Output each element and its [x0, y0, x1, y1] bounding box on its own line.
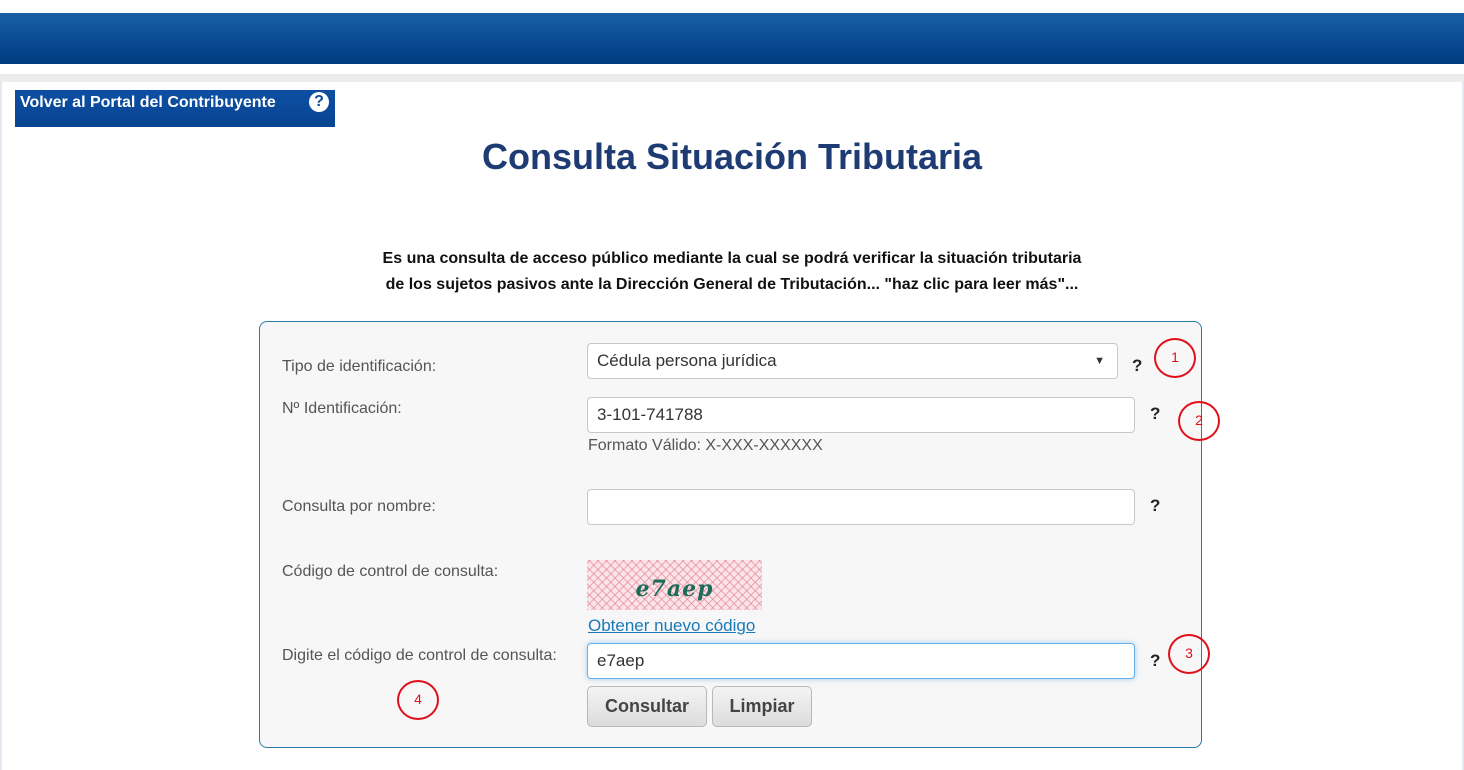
back-to-portal-label: Volver al Portal del Contribuyente — [20, 94, 276, 111]
id-number-label: Nº Identificación: — [282, 400, 402, 417]
annotation-marker-4: 4 — [397, 680, 439, 720]
captcha-image: e7aep — [587, 560, 762, 610]
captcha-input[interactable]: e7aep — [587, 643, 1135, 679]
id-format-hint: Formato Válido: X-XXX-XXXXXX — [588, 437, 823, 454]
intro-text[interactable]: Es una consulta de acceso público median… — [0, 246, 1464, 298]
dropdown-arrow-icon: ▼ — [1094, 355, 1105, 367]
header-divider — [0, 74, 1464, 82]
limpiar-button[interactable]: Limpiar — [712, 686, 812, 727]
id-type-help-icon[interactable]: ? — [1132, 356, 1142, 376]
intro-line-1: Es una consulta de acceso público median… — [382, 250, 1082, 267]
consultar-button[interactable]: Consultar — [587, 686, 707, 727]
question-circle-icon[interactable]: ? — [309, 92, 329, 112]
id-type-selected-value: Cédula persona jurídica — [597, 351, 777, 370]
name-query-input[interactable] — [587, 489, 1135, 525]
back-to-portal-button[interactable]: Volver al Portal del Contribuyente ? — [15, 90, 335, 127]
annotation-marker-1: 1 — [1154, 338, 1196, 378]
captcha-input-label: Digite el código de control de consulta: — [282, 647, 557, 664]
intro-line-2: de los sujetos pasivos ante la Dirección… — [385, 276, 1079, 293]
page-title: Consulta Situación Tributaria — [481, 136, 983, 177]
id-number-input[interactable]: 3-101-741788 — [587, 397, 1135, 433]
name-query-label: Consulta por nombre: — [282, 498, 436, 515]
annotation-marker-2: 2 — [1178, 401, 1220, 441]
page-border-left — [0, 82, 2, 770]
captcha-input-help-icon[interactable]: ? — [1150, 651, 1160, 671]
id-type-label: Tipo de identificación: — [282, 358, 437, 375]
top-strip — [0, 0, 1464, 13]
query-form-panel — [259, 321, 1202, 748]
captcha-label: Código de control de consulta: — [282, 563, 499, 580]
captcha-image-text: e7aep — [635, 576, 714, 602]
annotation-marker-3: 3 — [1168, 634, 1210, 674]
name-query-help-icon[interactable]: ? — [1150, 496, 1160, 516]
header-banner — [0, 13, 1464, 64]
new-captcha-link[interactable]: Obtener nuevo código — [588, 616, 755, 636]
id-type-select[interactable]: Cédula persona jurídica ▼ — [587, 343, 1118, 379]
id-number-help-icon[interactable]: ? — [1150, 404, 1160, 424]
